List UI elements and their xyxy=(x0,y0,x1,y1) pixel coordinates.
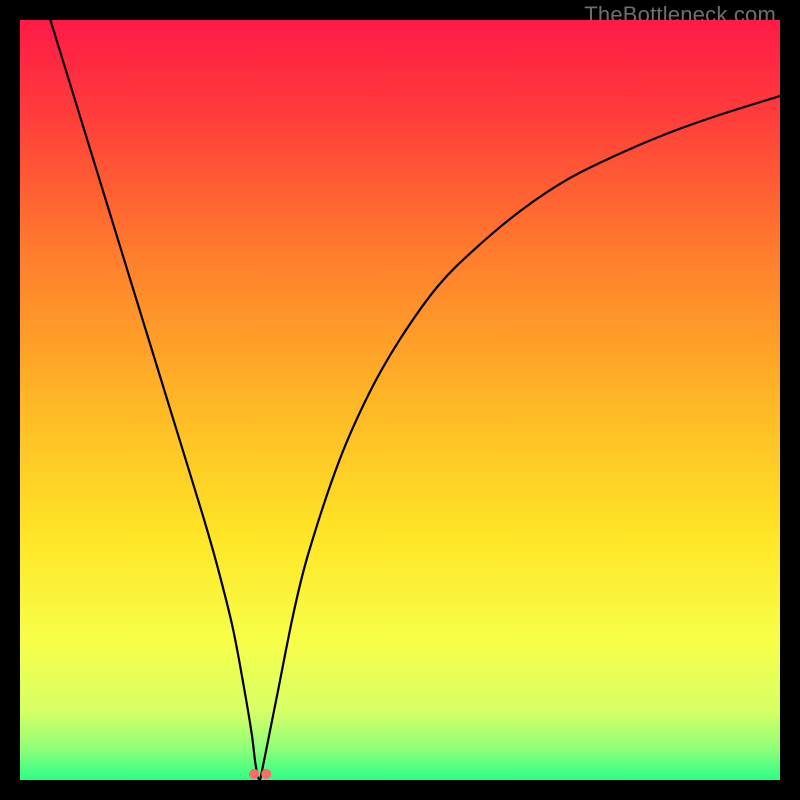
minimum-marker-right xyxy=(261,769,271,779)
minimum-marker-left xyxy=(249,769,259,779)
bottleneck-chart xyxy=(20,20,780,780)
chart-frame xyxy=(20,20,780,780)
